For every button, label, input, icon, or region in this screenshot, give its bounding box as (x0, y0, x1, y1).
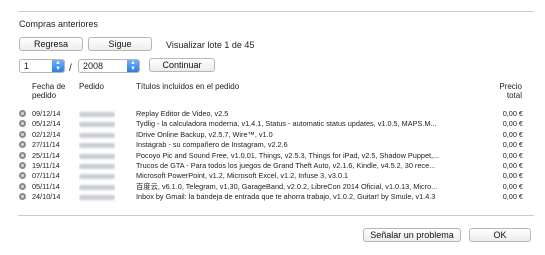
batch-indicator: Visualizar lote 1 de 45 (166, 40, 255, 50)
order-date: 02/12/14 (32, 129, 61, 139)
next-batch-button[interactable]: Sigue (88, 37, 152, 51)
row-detail-icon[interactable] (19, 172, 26, 180)
order-id-redacted (79, 161, 115, 171)
continue-button[interactable]: Continuar (149, 58, 215, 72)
date-separator: / (69, 63, 72, 74)
row-detail-icon[interactable] (19, 193, 26, 201)
month-select[interactable]: 1 ▲ ▼ (19, 59, 65, 73)
order-titles: Microsoft PowerPoint, v1.2, Microsoft Ex… (136, 171, 349, 181)
row-detail-icon[interactable] (19, 141, 26, 149)
order-id-redacted (79, 192, 115, 202)
row-detail-icon[interactable] (19, 182, 26, 190)
order-date: 05/12/14 (32, 119, 61, 129)
table-row[interactable]: 19/11/14 Trucos de GTA - Para todos los … (19, 161, 524, 171)
table-row[interactable]: 02/12/14 IDrive Online Backup, v2.5.7, W… (19, 130, 524, 140)
stepper-arrows-icon: ▲ ▼ (52, 60, 64, 72)
order-price: 0,00 € (502, 192, 523, 202)
table-row[interactable]: 24/10/14 Inbox by Gmail: la bandeja de e… (19, 192, 524, 202)
order-titles: 百度云, v6.1.0, Telegram, v1.30, GarageBand… (136, 181, 438, 191)
row-detail-icon[interactable] (19, 162, 26, 169)
prev-batch-button[interactable]: Regresa (19, 37, 83, 51)
purchase-history-panel: Compras anteriores Regresa Sigue Visuali… (0, 0, 545, 255)
order-id-redacted (79, 140, 115, 150)
order-date: 27/11/14 (32, 140, 60, 150)
table-row[interactable]: 25/11/14 Pocoyo Pic and Sound Free, v1.0… (19, 151, 524, 161)
month-select-value: 1 (24, 61, 30, 71)
order-date: 09/12/14 (32, 109, 61, 118)
table-row[interactable]: 07/11/14 Microsoft PowerPoint, v1.2, Mic… (19, 171, 524, 181)
order-titles: Instagrab - su compañero de Instagram, v… (136, 140, 288, 150)
column-header-date: Fecha de pedido (32, 82, 66, 100)
table-row[interactable]: 27/11/14 Instagrab - su compañero de Ins… (19, 140, 524, 150)
order-id-redacted (79, 130, 115, 140)
order-price: 0,00 € (502, 161, 523, 170)
year-select-value: 2008 (83, 61, 104, 71)
order-titles: IDrive Online Backup, v2.5.7, Wire™, v1.… (136, 129, 273, 139)
column-header-order: Pedido (79, 82, 104, 91)
row-detail-icon[interactable] (19, 130, 26, 138)
stepper-arrows-icon: ▲ ▼ (127, 60, 139, 72)
order-titles: Inbox by Gmail: la bandeja de entrada qu… (136, 192, 436, 202)
report-problem-button[interactable]: Señalar un problema (363, 228, 461, 242)
order-price: 0,00 € (502, 171, 523, 181)
order-titles: Trucos de GTA - Para todos los juegos de… (136, 161, 436, 170)
order-id-redacted (79, 119, 115, 129)
order-titles: Pocoyo Pic and Sound Free, v1.0.01, Thin… (136, 150, 440, 160)
table-row[interactable]: 09/12/14 Replay Editor de Video, v2.5 0,… (19, 109, 524, 119)
order-titles: Replay Editor de Video, v2.5 (136, 109, 229, 118)
table-row[interactable]: 05/11/14 百度云, v6.1.0, Telegram, v1.30, G… (19, 182, 524, 192)
table-row[interactable]: 05/12/14 Tydlig - la calculadora moderna… (19, 119, 524, 129)
order-date: 07/11/14 (32, 171, 60, 181)
row-detail-icon[interactable] (19, 110, 26, 117)
order-id-redacted (79, 151, 115, 161)
order-price: 0,00 € (502, 119, 523, 129)
order-price: 0,00 € (502, 150, 523, 160)
row-detail-icon[interactable] (19, 120, 26, 128)
column-header-titles: Títulos incluidos en el pedido (136, 82, 240, 91)
order-titles: Tydlig - la calculadora moderna, v1.4.1,… (136, 119, 437, 129)
row-detail-icon[interactable] (19, 151, 26, 159)
order-id-redacted (79, 109, 115, 119)
order-price: 0,00 € (502, 109, 523, 118)
order-date: 05/11/14 (32, 181, 60, 191)
order-id-redacted (79, 182, 115, 192)
top-divider (18, 11, 534, 12)
order-price: 0,00 € (502, 140, 523, 150)
order-date: 19/11/14 (32, 161, 60, 170)
page-title: Compras anteriores (19, 19, 99, 29)
order-price: 0,00 € (502, 181, 523, 191)
order-price: 0,00 € (502, 129, 523, 139)
order-date: 24/10/14 (32, 192, 61, 202)
ok-button[interactable]: OK (469, 228, 531, 242)
year-select[interactable]: 2008 ▲ ▼ (78, 59, 140, 73)
order-date: 25/11/14 (32, 150, 60, 160)
order-id-redacted (79, 171, 115, 181)
bottom-divider (18, 215, 534, 216)
column-header-price: Precio total (499, 82, 522, 100)
